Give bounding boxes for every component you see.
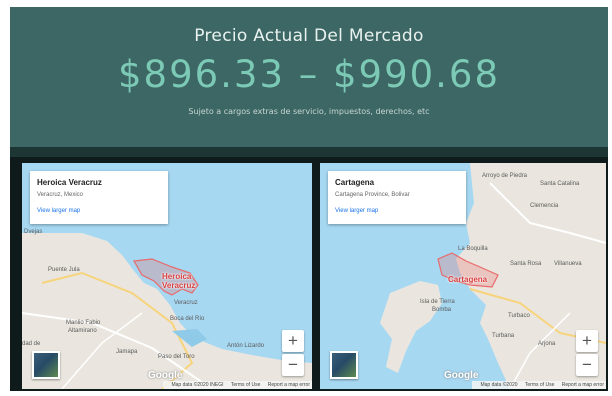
place-label: Clemencia xyxy=(530,203,559,209)
report-link[interactable]: Report a map error xyxy=(268,382,310,388)
place-label: Arroyo de Piedra xyxy=(482,173,528,179)
place-label: Turbana xyxy=(492,333,515,339)
place-name: Cartagena xyxy=(335,178,375,187)
place-label: Isla de Tierra xyxy=(420,299,455,305)
place-label: La Boquilla xyxy=(458,246,488,252)
google-logo: Google xyxy=(148,370,183,381)
zoom-in-button[interactable]: + xyxy=(576,330,598,352)
map-attribution: Map data ©2020 Terms of Use Report a map… xyxy=(472,381,606,389)
place-label: Altamirano xyxy=(68,328,97,334)
satellite-toggle[interactable] xyxy=(330,351,358,379)
place-label: Dvejas xyxy=(24,229,43,235)
city-label: Cartagena xyxy=(448,275,488,284)
satellite-toggle[interactable] xyxy=(32,351,60,379)
place-label: Veracruz xyxy=(174,300,198,306)
place-label: Puente Jula xyxy=(48,267,80,273)
place-label: Villanueva xyxy=(554,261,582,267)
map-veracruz[interactable]: Dvejas Puente Jula Veracruz Boca del Río… xyxy=(22,163,312,389)
place-label: dad de xyxy=(22,341,41,347)
map-data-text: Map data ©2020 xyxy=(480,382,518,388)
report-link[interactable]: Report a map error xyxy=(562,382,604,388)
page-frame: Precio Actual Del Mercado $896.33 – $990… xyxy=(10,7,608,391)
map-cartagena[interactable]: Arroyo de Piedra Santa Catalina Clemenci… xyxy=(320,163,606,389)
google-logo: Google xyxy=(444,370,479,381)
place-region: Cartagena Province, Bolivar xyxy=(335,192,410,198)
place-label: Manlio Fabio xyxy=(66,320,101,326)
place-label: Boca del Río xyxy=(170,316,205,322)
place-label: Bomba xyxy=(432,307,452,313)
map-attribution: Map data ©2020 INEGI Terms of Use Report… xyxy=(163,381,312,389)
place-label: Antón Lizardo xyxy=(227,343,265,349)
map-data-text: Map data ©2020 INEGI xyxy=(171,382,224,388)
view-larger-map-link[interactable]: View larger map xyxy=(37,208,80,214)
place-label: Arjona xyxy=(538,341,556,347)
divider xyxy=(10,147,608,157)
zoom-out-button[interactable]: − xyxy=(576,354,598,376)
price-header: Precio Actual Del Mercado $896.33 – $990… xyxy=(10,7,608,147)
price-note: Sujeto a cargos extras de servicio, impu… xyxy=(188,107,430,116)
terms-link[interactable]: Terms of Use xyxy=(231,382,260,388)
place-label: Jamapa xyxy=(116,349,138,355)
zoom-in-button[interactable]: + xyxy=(282,330,304,352)
page-title: Precio Actual Del Mercado xyxy=(194,26,424,46)
place-label: Santa Rosa xyxy=(510,261,542,267)
zoom-out-button[interactable]: − xyxy=(282,354,304,376)
terms-link[interactable]: Terms of Use xyxy=(525,382,554,388)
place-region: Veracruz, Mexico xyxy=(37,192,84,198)
place-name: Heroica Veracruz xyxy=(37,178,102,187)
place-card: Heroica Veracruz Veracruz, Mexico View l… xyxy=(30,171,168,224)
place-label: Santa Catalina xyxy=(540,181,580,187)
place-label: Turbaco xyxy=(508,313,530,319)
place-card: Cartagena Cartagena Province, Bolivar Vi… xyxy=(328,171,466,224)
view-larger-map-link[interactable]: View larger map xyxy=(335,208,378,214)
place-label: Paso del Toro xyxy=(158,354,195,360)
price-range: $896.33 – $990.68 xyxy=(117,53,501,96)
city-label: Heroica Veracruz xyxy=(162,272,196,290)
